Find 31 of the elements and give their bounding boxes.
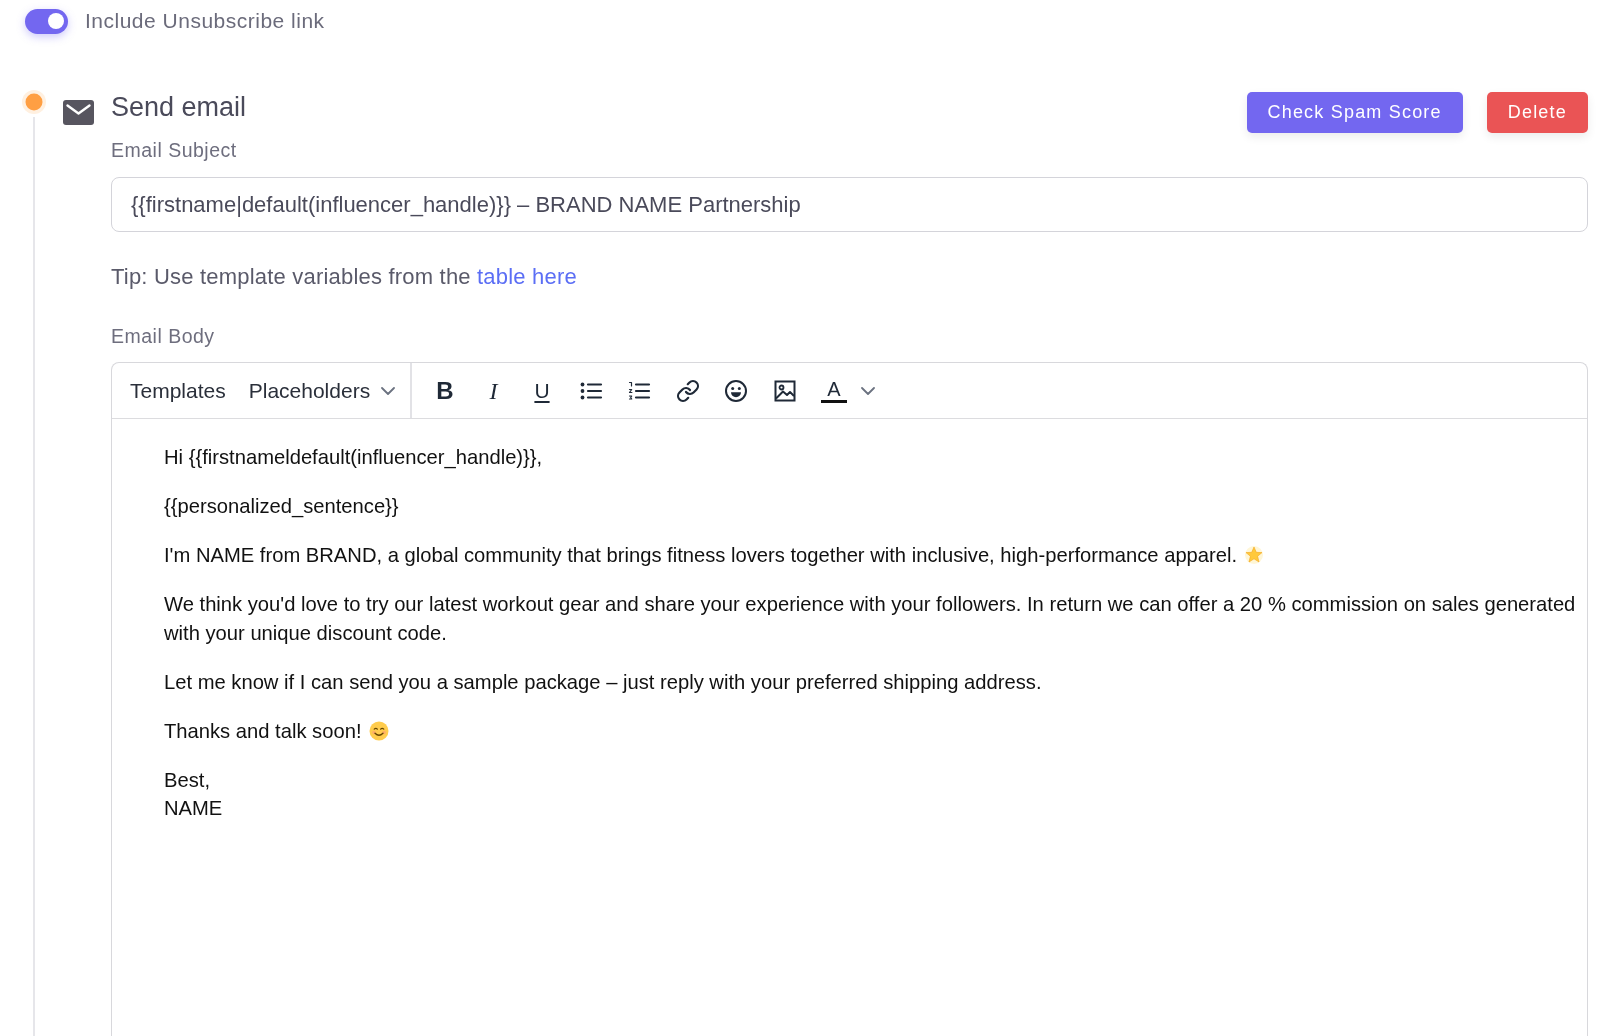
check-spam-score-button[interactable]: Check Spam Score — [1246, 92, 1463, 133]
italic-button[interactable]: I — [481, 376, 506, 405]
text-color-button[interactable]: A — [821, 378, 847, 403]
body-label: Email Body — [111, 325, 216, 347]
email-body-editor[interactable] — [111, 362, 1588, 1036]
step-title: Send email — [111, 91, 247, 123]
subject-field[interactable]: {{firstname|default(influencer_handle)}} – BRAND NAME Partnership — [111, 177, 1588, 232]
email-paragraph: I'm NAME from BRAND, a global community that brings fitness lovers together with inclusive, high-performance apparel. — [164, 544, 1238, 566]
underline-button[interactable]: U — [530, 376, 554, 405]
email-paragraph: Let me know if I can send you a sample package – just reply with your preferred shipping address. — [164, 669, 1043, 695]
link-icon[interactable] — [675, 378, 700, 403]
menu-dropdown[interactable]: Placeholders — [248, 378, 396, 403]
delete-button[interactable]: Delete — [1486, 92, 1588, 133]
email-paragraph: Best, NAME — [164, 767, 224, 821]
subject-label: Email Subject — [111, 139, 238, 161]
bold-button[interactable]: B — [433, 376, 457, 405]
image-icon[interactable] — [772, 378, 797, 403]
smiley-icon[interactable] — [724, 378, 748, 403]
toggle-label: Include Unsubscribe link — [85, 9, 325, 33]
unsubscribe-toggle[interactable] — [25, 8, 68, 34]
email-paragraph: {{personalized_sentence}} — [164, 494, 400, 520]
tip-text: Tip: Use template variables from the table here — [111, 265, 578, 289]
envelope-icon — [63, 100, 94, 125]
email-paragraph: We think you'd love to try our latest workout gear and share your experience with your followers. In return we can offer a 20 % commission on sales generated with your unique discount code. — [164, 592, 1577, 646]
email-paragraph: Thanks and talk soon! — [164, 719, 362, 742]
email-paragraph: Hi {{firstnameldefault(influencer_handle)}}, — [164, 445, 544, 471]
table-link[interactable]: table here — [477, 264, 577, 289]
star-icon — [1244, 545, 1265, 565]
smiling-face-icon — [368, 720, 389, 741]
menu-button[interactable]: Templates — [130, 378, 226, 403]
step-dot-icon — [22, 90, 46, 114]
